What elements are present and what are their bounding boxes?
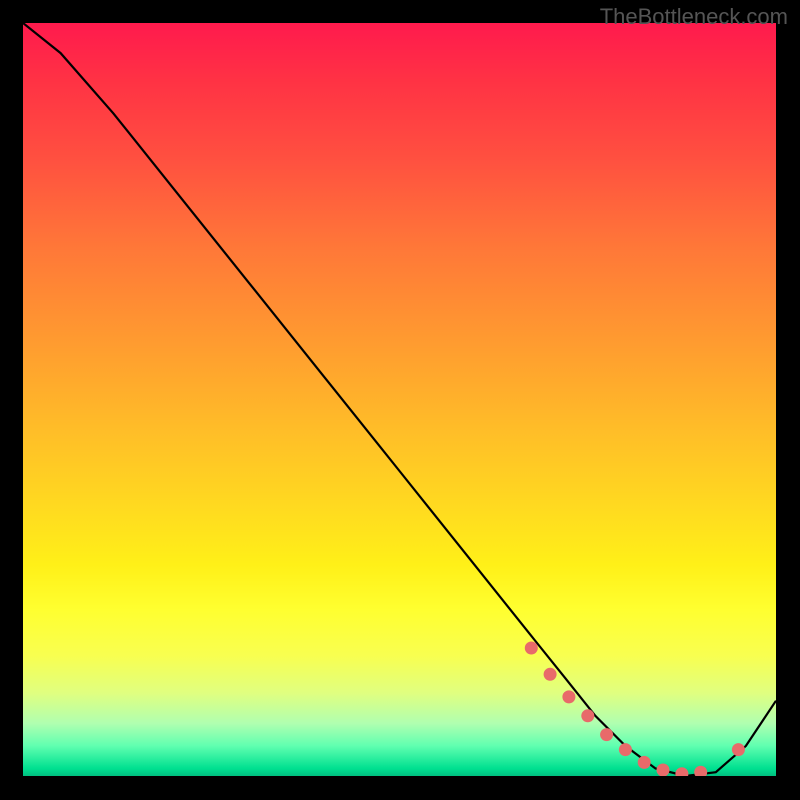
marker-dot — [638, 756, 651, 769]
marker-dot — [562, 690, 575, 703]
marker-dot — [619, 743, 632, 756]
marker-dot — [600, 728, 613, 741]
plot-area — [23, 23, 776, 776]
bottleneck-curve — [23, 23, 776, 776]
marker-dots — [525, 642, 745, 777]
marker-dot — [675, 767, 688, 776]
marker-dot — [694, 766, 707, 776]
marker-dot — [525, 642, 538, 655]
marker-dot — [544, 668, 557, 681]
marker-dot — [657, 764, 670, 777]
marker-dot — [732, 743, 745, 756]
watermark-text: TheBottleneck.com — [600, 4, 788, 30]
marker-dot — [581, 709, 594, 722]
chart-svg — [23, 23, 776, 776]
